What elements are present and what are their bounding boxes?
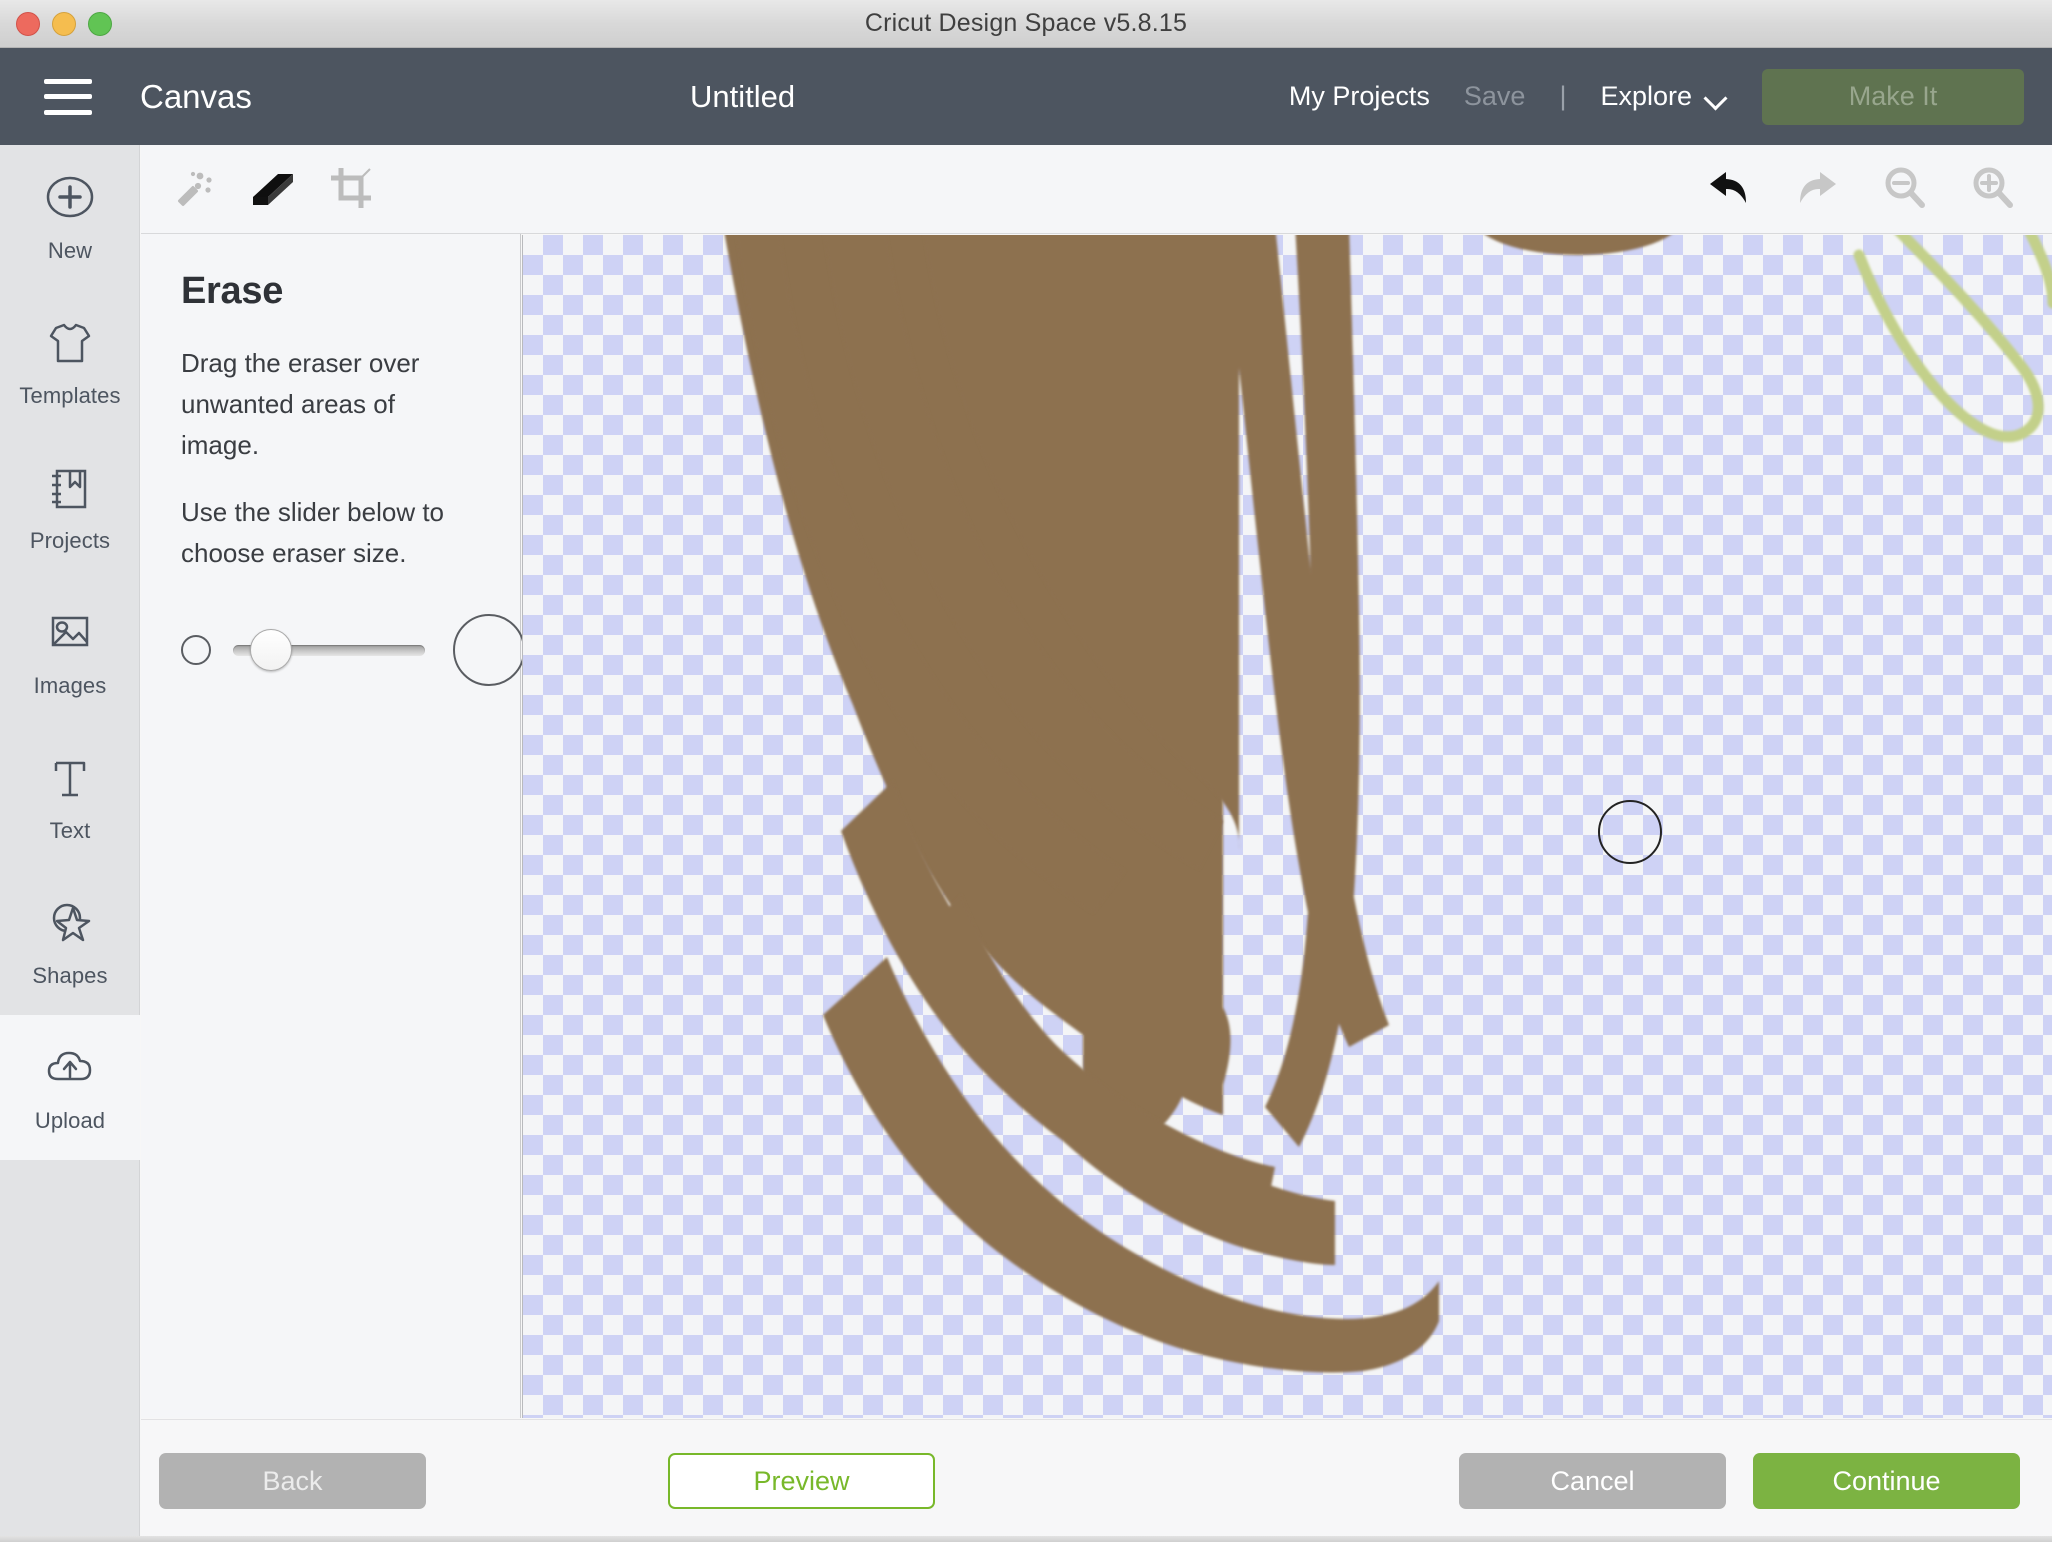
image-edit-toolbar (141, 145, 2052, 234)
eraser-size-control (181, 614, 525, 686)
app-header: Canvas Untitled My Projects Save | Explo… (0, 48, 2052, 145)
cancel-button[interactable]: Cancel (1459, 1453, 1726, 1509)
eraser-size-slider[interactable] (233, 629, 425, 671)
sidebar-item-images[interactable]: Images (0, 580, 140, 725)
tshirt-icon (40, 316, 100, 374)
header-actions: My Projects Save | Explore Make It (1289, 48, 2052, 145)
canvas-label[interactable]: Canvas (140, 78, 252, 116)
redo-arrow-icon (1792, 165, 1842, 214)
canvas-artwork (724, 235, 2052, 1373)
sidebar-item-new[interactable]: New (0, 145, 140, 290)
eraser-icon (247, 164, 299, 215)
hamburger-icon[interactable] (44, 78, 92, 115)
zoom-in-button[interactable] (1966, 163, 2020, 217)
sidebar-item-templates[interactable]: Templates (0, 290, 140, 435)
toolbar-left-tools (168, 145, 378, 234)
sidebar-item-shapes[interactable]: Shapes (0, 870, 140, 1015)
panel-instruction-2: Use the slider below to choose eraser si… (181, 497, 445, 568)
redo-button[interactable] (1790, 163, 1844, 217)
circle-star-icon (40, 896, 100, 954)
preview-button[interactable]: Preview (668, 1453, 935, 1509)
window-title: Cricut Design Space v5.8.15 (864, 9, 1188, 37)
back-button[interactable]: Back (159, 1453, 426, 1509)
header-separator: | (1559, 81, 1567, 111)
crop-icon (327, 164, 375, 215)
panel-title: Erase (181, 270, 284, 312)
panel-instruction-1: Drag the eraser over unwanted areas of i… (181, 348, 420, 460)
artwork-leaf (1853, 235, 2044, 443)
image-canvas[interactable] (522, 235, 2052, 1418)
picture-icon (40, 606, 100, 664)
text-t-icon (40, 751, 100, 809)
sidebar-item-upload[interactable]: Upload (0, 1015, 140, 1160)
sidebar-item-label: Images (33, 673, 107, 698)
app-window: Cricut Design Space v5.8.15 Canvas Untit… (0, 0, 2052, 1542)
maximize-button[interactable] (88, 11, 112, 36)
sidebar-item-label: Text (49, 818, 91, 843)
window-bottom-edge (0, 1536, 2052, 1542)
sidebar-item-label: New (47, 238, 93, 263)
magnifier-plus-icon (1968, 163, 2018, 216)
sidebar-item-text[interactable]: Text (0, 725, 140, 870)
my-projects-link[interactable]: My Projects (1289, 81, 1430, 112)
undo-arrow-icon (1704, 165, 1754, 214)
magic-wand-icon (171, 164, 219, 215)
erase-panel: Erase Drag the eraser over unwanted area… (141, 234, 525, 1418)
undo-button[interactable] (1702, 163, 1756, 217)
save-link[interactable]: Save (1464, 81, 1526, 112)
traffic-lights (16, 11, 112, 36)
explore-label: Explore (1600, 81, 1692, 111)
sidebar-item-label: Projects (29, 528, 111, 553)
toolbar-right-tools (1702, 145, 2020, 234)
small-circle-icon (181, 635, 211, 665)
zoom-out-button[interactable] (1878, 163, 1932, 217)
slider-knob[interactable] (250, 629, 292, 671)
magic-wand-tool[interactable] (168, 163, 222, 217)
cloud-upload-icon (40, 1041, 100, 1099)
wizard-action-bar: Back Preview Cancel Continue (141, 1419, 2052, 1542)
large-circle-icon (453, 614, 525, 686)
sidebar-nav: New Templates Projects Images Text Shape… (0, 145, 140, 1542)
project-title[interactable]: Untitled (690, 79, 795, 115)
sidebar-item-label: Templates (19, 383, 121, 408)
sidebar-item-projects[interactable]: Projects (0, 435, 140, 580)
notebook-bookmark-icon (40, 461, 100, 519)
magnifier-minus-icon (1880, 163, 1930, 216)
eraser-tool[interactable] (246, 163, 300, 217)
crop-tool[interactable] (324, 163, 378, 217)
make-it-button[interactable]: Make It (1762, 68, 2024, 125)
explore-dropdown[interactable]: Explore (1600, 81, 1728, 112)
minimize-button[interactable] (52, 11, 76, 36)
window-titlebar: Cricut Design Space v5.8.15 (0, 0, 2052, 48)
chevron-down-icon (1706, 90, 1728, 103)
artwork-top-blob (1485, 235, 1671, 255)
plus-circle-icon (40, 171, 100, 229)
continue-button[interactable]: Continue (1753, 1453, 2020, 1509)
sidebar-item-label: Shapes (32, 963, 108, 988)
close-button[interactable] (16, 11, 40, 36)
sidebar-item-label: Upload (34, 1108, 106, 1133)
